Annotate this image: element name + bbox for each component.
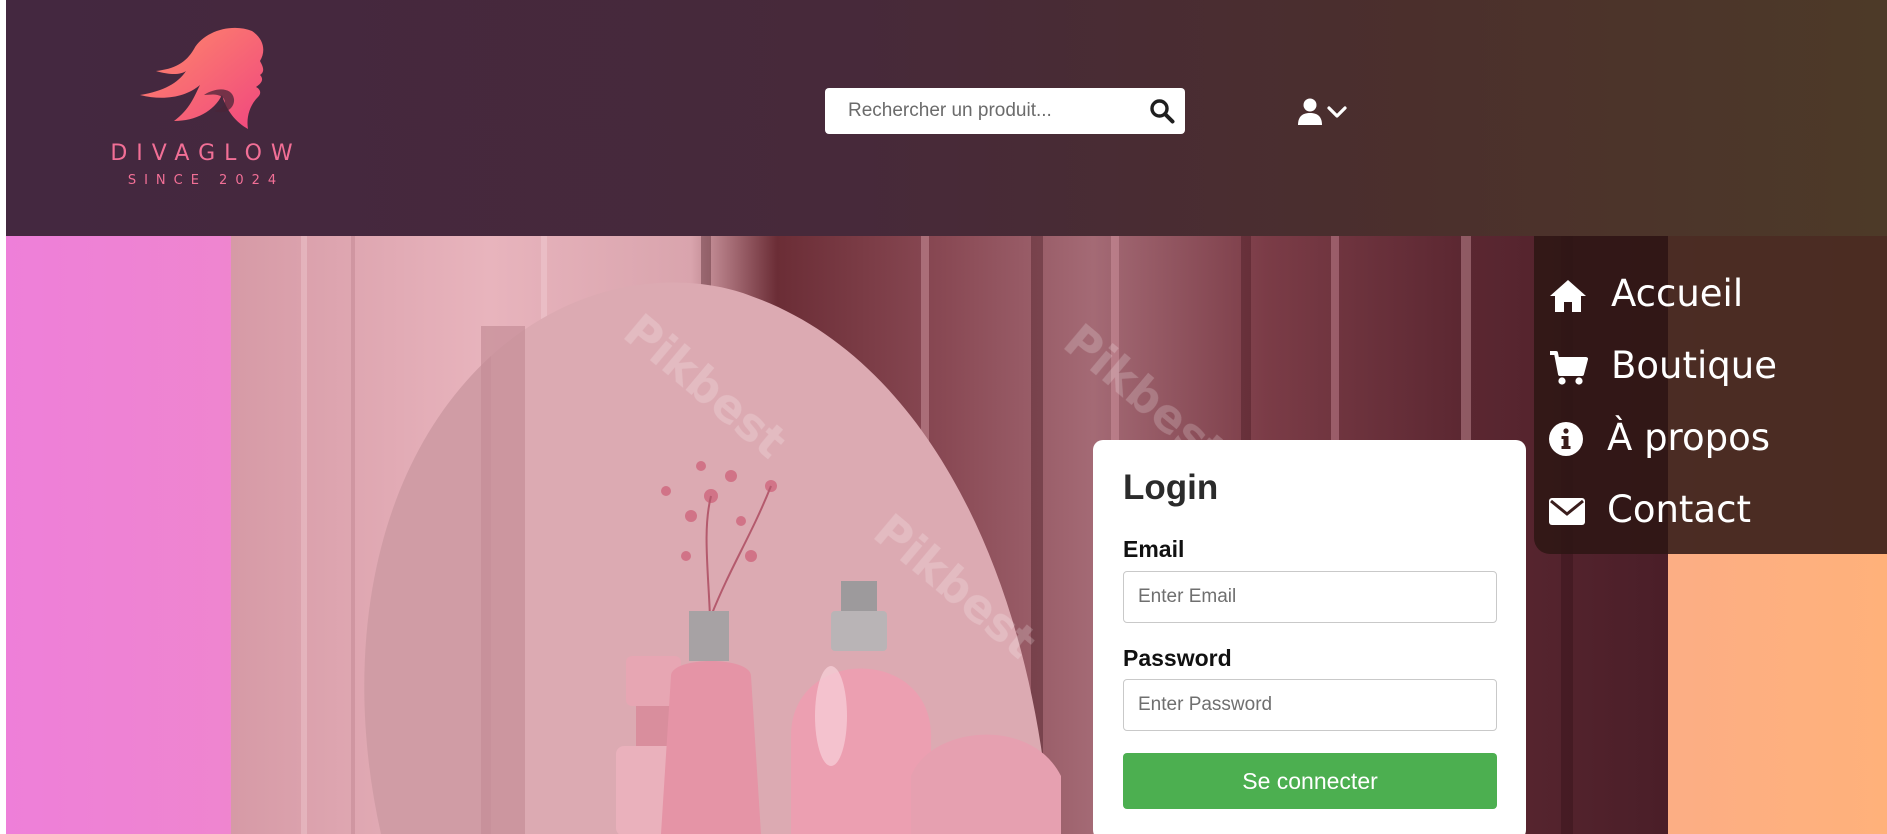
nav-item-boutique[interactable]: Boutique (1548, 338, 1878, 394)
nav-item-a-propos[interactable]: À propos (1548, 410, 1878, 466)
login-form: Login Email Password Se connecter (1093, 440, 1526, 834)
nav-item-accueil[interactable]: Accueil (1548, 266, 1878, 322)
nav-item-contact[interactable]: Contact (1548, 482, 1878, 538)
user-icon (1298, 98, 1322, 125)
nav-item-label: Boutique (1611, 344, 1777, 387)
brand-tagline: SINCE 2024 (127, 173, 285, 188)
brand-name: DIVAGLOW (110, 141, 302, 166)
page: DIVAGLOW SINCE 2024 Rechercher un produi… (6, 0, 1887, 834)
info-icon (1549, 422, 1583, 456)
search-icon[interactable] (1149, 98, 1175, 124)
envelope-icon (1549, 498, 1585, 525)
login-title: Login (1123, 468, 1219, 507)
nav-item-label: Contact (1607, 488, 1751, 531)
site-header: DIVAGLOW SINCE 2024 (6, 0, 1887, 236)
nav-item-label: À propos (1607, 416, 1770, 459)
login-button[interactable]: Se connecter (1123, 753, 1497, 809)
brand-logo[interactable]: DIVAGLOW SINCE 2024 (106, 25, 306, 195)
user-menu-toggle[interactable] (1298, 96, 1354, 128)
home-icon (1550, 280, 1586, 312)
chevron-down-icon (1327, 106, 1347, 118)
password-label: Password (1123, 645, 1232, 671)
woman-profile-logo-icon (140, 27, 264, 129)
email-label: Email (1123, 536, 1185, 562)
nav-item-label: Accueil (1611, 272, 1744, 315)
main-nav: Accueil Boutique À propos Contact (1534, 236, 1887, 554)
cart-icon (1550, 351, 1588, 385)
search-input[interactable] (825, 88, 1135, 134)
search-bar (825, 88, 1185, 134)
password-field[interactable] (1123, 679, 1497, 731)
email-field[interactable] (1123, 571, 1497, 623)
